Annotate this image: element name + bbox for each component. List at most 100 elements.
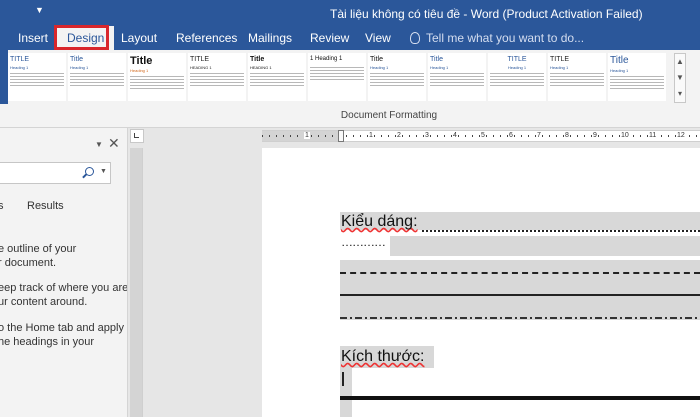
style-set-heading: Heading 1 (430, 65, 449, 70)
tell-me-placeholder: Tell me what you want to do... (426, 31, 585, 45)
dot-leader: ………… (341, 235, 386, 249)
close-icon[interactable]: ✕ (108, 136, 120, 150)
indent-marker-icon[interactable] (338, 130, 344, 142)
style-set-heading: HEADING 1 (190, 65, 212, 70)
style-set-item[interactable]: 1 Heading 1 (308, 53, 366, 101)
gallery-scroll-buttons: ▲ ▼ ▾ (674, 53, 686, 103)
ruler-number: 6 (508, 132, 514, 139)
style-set-gallery: TITLE Heading 1 Title Heading 1 Title He… (8, 53, 672, 103)
style-set-heading: Heading 1 (550, 65, 569, 70)
style-set-item[interactable]: TITLE Heading 1 (548, 53, 606, 101)
ruler-number: 10 (620, 132, 630, 139)
style-set-preview-lines (610, 76, 664, 90)
style-set-item[interactable]: Title Heading 1 (128, 53, 186, 101)
tab-review[interactable]: Review (310, 26, 349, 50)
nav-help-text-line: eep track of where you are (0, 282, 128, 294)
style-set-title: Title (430, 56, 443, 63)
quick-access-dropdown-icon[interactable]: ▼ (35, 5, 47, 17)
ruler-number: 5 (480, 132, 486, 139)
style-set-title: Title (130, 55, 153, 67)
tab-layout[interactable]: Layout (121, 26, 157, 50)
ribbon-group-label: Document Formatting (340, 110, 438, 121)
nav-help-text-line: he headings in your (0, 336, 95, 348)
thick-border-line (340, 396, 700, 400)
caret-down-icon[interactable]: ▼ (100, 168, 107, 175)
style-set-title: TITLE (550, 56, 570, 63)
style-set-title: TITLE (507, 56, 527, 63)
ribbon-design: TITLE Heading 1 Title Heading 1 Title He… (0, 50, 700, 128)
ruler-number: 12 (676, 132, 686, 139)
style-set-title: 1 Heading 1 (310, 56, 343, 62)
tab-design[interactable]: Design (57, 26, 115, 51)
style-set-preview-lines (490, 73, 544, 87)
dotted-border-line (422, 230, 700, 232)
tab-insert[interactable]: Insert (18, 26, 48, 50)
search-icon[interactable] (85, 167, 94, 176)
style-set-preview-lines (10, 73, 64, 87)
tab-results[interactable]: Results (27, 200, 64, 212)
chevron-down-icon[interactable]: ▼ (675, 70, 685, 86)
style-set-preview-lines (550, 73, 604, 87)
style-set-title: Title (70, 56, 83, 63)
style-set-item[interactable]: Title Heading 1 (368, 53, 426, 101)
themes-button-edge[interactable] (0, 50, 8, 104)
shading-block (340, 260, 700, 320)
style-set-preview-lines (190, 73, 244, 87)
nav-help-text-line: r document. (0, 257, 57, 269)
document-area: 1 1 2 3 4 5 6 7 8 9 10 11 12 Kiểu dáng: … (129, 128, 700, 417)
style-set-item[interactable]: TITLE HEADING 1 (188, 53, 246, 101)
style-set-item[interactable]: TITLE Heading 1 (488, 53, 546, 101)
document-page[interactable]: Kiểu dáng: ………… Kích thước: (262, 148, 700, 417)
search-input[interactable]: ▼ (0, 162, 111, 184)
style-set-preview-lines (250, 73, 304, 87)
ruler-number: 7 (536, 132, 542, 139)
style-set-preview-lines (430, 73, 484, 87)
style-set-heading: Heading 1 (70, 65, 89, 70)
shading-block (390, 236, 700, 256)
tab-selector-icon[interactable] (130, 129, 144, 143)
style-set-preview-lines (310, 67, 364, 81)
style-set-heading: Heading 1 (10, 65, 29, 70)
style-set-heading: HEADING 1 (250, 65, 272, 70)
style-set-heading: Heading 1 (610, 68, 629, 73)
dash-dot-border-line (340, 317, 700, 319)
style-set-item[interactable]: Title HEADING 1 (248, 53, 306, 101)
window-title: Tài liệu không có tiêu đề - Word (Produc… (330, 7, 643, 21)
ruler-number: 4 (452, 132, 458, 139)
heading-text: Kích thước: (341, 348, 425, 365)
style-set-preview-lines (70, 73, 124, 87)
style-set-item[interactable]: Title Heading 1 (428, 53, 486, 101)
nav-help-text-line: e outline of your (0, 243, 77, 255)
text-cursor (342, 372, 344, 386)
style-set-heading: Heading 1 (130, 68, 149, 73)
style-set-title: Title (370, 56, 383, 63)
tab-references[interactable]: References (176, 26, 237, 50)
more-icon[interactable]: ▾ (675, 86, 685, 102)
nav-help-text-line: o the Home tab and apply (0, 322, 124, 334)
ruler-number: 1 (304, 132, 310, 139)
style-set-item[interactable]: Title Heading 1 (68, 53, 126, 101)
style-set-heading (308, 64, 366, 65)
style-set-title: TITLE (190, 56, 210, 63)
style-set-item[interactable]: Title Heading 1 (608, 53, 666, 101)
dashed-border-line (340, 272, 700, 274)
solid-border-line (340, 294, 700, 296)
style-set-heading: Heading 1 (507, 65, 527, 70)
style-set-preview-lines (130, 76, 184, 90)
horizontal-ruler[interactable]: 1 1 2 3 4 5 6 7 8 9 10 11 12 (262, 130, 700, 142)
vertical-ruler[interactable] (130, 148, 143, 417)
ruler-number: 9 (592, 132, 598, 139)
heading-style: Kiểu dáng: (341, 213, 418, 231)
title-bar: ▼ Tài liệu không có tiêu đề - Word (Prod… (0, 0, 700, 51)
ruler-number: 11 (648, 132, 658, 139)
style-set-item[interactable]: TITLE Heading 1 (8, 53, 66, 101)
ruler-number: 8 (564, 132, 570, 139)
tab-mailings[interactable]: Mailings (248, 26, 292, 50)
tab-view[interactable]: View (365, 26, 391, 50)
style-set-title: TITLE (10, 56, 30, 63)
tell-me-box[interactable]: Tell me what you want to do... (410, 26, 584, 50)
style-set-title: Title (610, 55, 629, 66)
caret-down-icon[interactable]: ▼ (95, 140, 103, 149)
tab-pages[interactable]: s (0, 200, 4, 212)
chevron-up-icon[interactable]: ▲ (675, 54, 685, 70)
